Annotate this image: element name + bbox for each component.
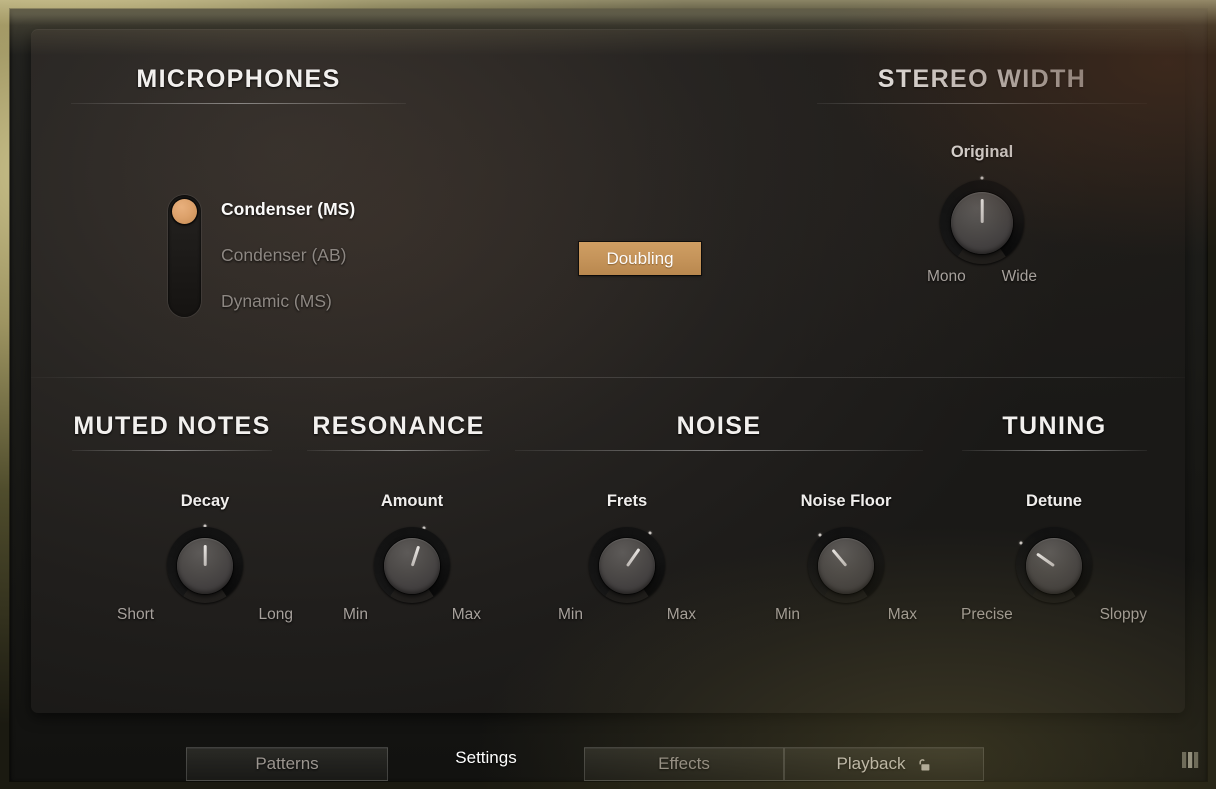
knob-detune[interactable] bbox=[1011, 520, 1097, 602]
knob-label-amount: Amount bbox=[343, 492, 481, 511]
knob-amount[interactable] bbox=[369, 520, 455, 602]
knob-cap bbox=[951, 192, 1013, 254]
knob-max-label-noise-floor: Max bbox=[888, 606, 917, 624]
section-title-muted-notes: MUTED NOTES bbox=[72, 412, 272, 441]
tab-effects[interactable]: Effects bbox=[584, 747, 784, 781]
knob-ring bbox=[940, 180, 1024, 264]
knob-ring bbox=[167, 527, 243, 603]
section-header-tuning: TUNING bbox=[962, 412, 1147, 451]
knob-label-stereo-width: Original bbox=[927, 143, 1037, 162]
section-header-microphones: MICROPHONES bbox=[71, 65, 406, 104]
section-rule bbox=[71, 103, 406, 104]
knob-frets[interactable] bbox=[584, 520, 670, 602]
section-title-resonance: RESONANCE bbox=[307, 412, 490, 441]
section-title-microphones: MICROPHONES bbox=[71, 65, 406, 94]
knob-max-label-decay: Long bbox=[259, 606, 293, 624]
microphone-selector-track[interactable] bbox=[168, 195, 201, 317]
knob-ring bbox=[374, 527, 450, 603]
knob-decay[interactable] bbox=[162, 520, 248, 602]
knob-ring bbox=[1016, 527, 1092, 603]
microphone-option-condenser-ab[interactable]: Condenser (AB) bbox=[221, 245, 346, 266]
knob-group-detune: Detune Precise Sloppy bbox=[961, 492, 1147, 624]
doubling-button[interactable]: Doubling bbox=[579, 242, 701, 275]
knob-min-label-frets: Min bbox=[558, 606, 583, 624]
bottom-tab-bar: Patterns Settings Effects Playback bbox=[0, 713, 1216, 789]
knob-cap bbox=[599, 538, 655, 594]
microphone-selector-thumb[interactable] bbox=[172, 199, 197, 224]
section-rule bbox=[817, 103, 1147, 104]
knob-label-noise-floor: Noise Floor bbox=[775, 492, 917, 511]
knob-group-frets: Frets Min Max bbox=[558, 492, 696, 624]
knob-group-amount: Amount Min Max bbox=[343, 492, 481, 624]
section-title-stereo-width: STEREO WIDTH bbox=[817, 65, 1147, 94]
knob-marker-dot bbox=[423, 526, 426, 529]
knob-marker-dot bbox=[819, 534, 822, 537]
unlocked-padlock-icon bbox=[917, 757, 931, 771]
knob-cap bbox=[384, 538, 440, 594]
knob-ring bbox=[808, 527, 884, 603]
knob-min-label-noise-floor: Min bbox=[775, 606, 800, 624]
knob-group-stereo-width: Original Mono Wide bbox=[927, 143, 1037, 286]
settings-panel: MICROPHONES Condenser (MS) Condenser (AB… bbox=[31, 29, 1185, 713]
knob-marker-dot bbox=[981, 177, 984, 180]
knob-marker-dot bbox=[648, 532, 651, 535]
knob-cap bbox=[818, 538, 874, 594]
section-rule bbox=[307, 450, 490, 451]
tab-settings[interactable]: Settings bbox=[388, 741, 584, 781]
knob-marker-dot bbox=[1020, 542, 1023, 545]
knob-ring bbox=[589, 527, 665, 603]
window-frame: MICROPHONES Condenser (MS) Condenser (AB… bbox=[0, 0, 1216, 789]
knob-label-detune: Detune bbox=[961, 492, 1147, 511]
section-header-muted-notes: MUTED NOTES bbox=[72, 412, 272, 451]
section-title-noise: NOISE bbox=[515, 412, 923, 441]
knob-min-label-detune: Precise bbox=[961, 606, 1013, 624]
section-rule bbox=[72, 450, 272, 451]
knob-max-label-frets: Max bbox=[667, 606, 696, 624]
section-header-resonance: RESONANCE bbox=[307, 412, 490, 451]
knob-noise-floor[interactable] bbox=[803, 520, 889, 602]
knob-label-frets: Frets bbox=[558, 492, 696, 511]
knob-max-label-amount: Max bbox=[452, 606, 481, 624]
section-header-stereo-width: STEREO WIDTH bbox=[817, 65, 1147, 104]
tab-label-patterns: Patterns bbox=[255, 754, 318, 774]
tab-list: Patterns Settings Effects Playback bbox=[186, 741, 984, 781]
knob-pointer bbox=[1036, 553, 1055, 567]
knob-pointer bbox=[981, 199, 984, 223]
panel-divider bbox=[31, 377, 1185, 378]
doubling-button-label: Doubling bbox=[606, 249, 673, 269]
microphone-option-dynamic-ms[interactable]: Dynamic (MS) bbox=[221, 291, 332, 312]
knob-max-label-stereo-width: Wide bbox=[1002, 268, 1037, 286]
tab-playback[interactable]: Playback bbox=[784, 747, 984, 781]
knob-min-label-amount: Min bbox=[343, 606, 368, 624]
tab-patterns[interactable]: Patterns bbox=[186, 747, 388, 781]
piano-keys-icon[interactable] bbox=[1178, 747, 1204, 773]
knob-pointer bbox=[204, 545, 207, 566]
knob-cap bbox=[1026, 538, 1082, 594]
knob-cap bbox=[177, 538, 233, 594]
knob-pointer bbox=[411, 546, 420, 567]
knob-pointer bbox=[626, 548, 640, 567]
knob-pointer bbox=[832, 549, 847, 567]
frame-inset bbox=[10, 9, 1207, 781]
section-header-noise: NOISE bbox=[515, 412, 923, 451]
tab-label-effects: Effects bbox=[658, 754, 710, 774]
section-rule bbox=[962, 450, 1147, 451]
knob-label-decay: Decay bbox=[117, 492, 293, 511]
section-rule bbox=[515, 450, 923, 451]
knob-min-label-decay: Short bbox=[117, 606, 154, 624]
knob-max-label-detune: Sloppy bbox=[1100, 606, 1147, 624]
tab-label-settings: Settings bbox=[455, 748, 516, 768]
tab-label-playback: Playback bbox=[837, 754, 906, 774]
knob-min-label-stereo-width: Mono bbox=[927, 268, 966, 286]
knob-group-decay: Decay Short Long bbox=[117, 492, 293, 624]
knob-group-noise-floor: Noise Floor Min Max bbox=[775, 492, 917, 624]
microphone-option-condenser-ms[interactable]: Condenser (MS) bbox=[221, 199, 355, 220]
knob-marker-dot bbox=[204, 525, 207, 528]
knob-stereo-width[interactable] bbox=[934, 172, 1030, 262]
section-title-tuning: TUNING bbox=[962, 412, 1147, 441]
